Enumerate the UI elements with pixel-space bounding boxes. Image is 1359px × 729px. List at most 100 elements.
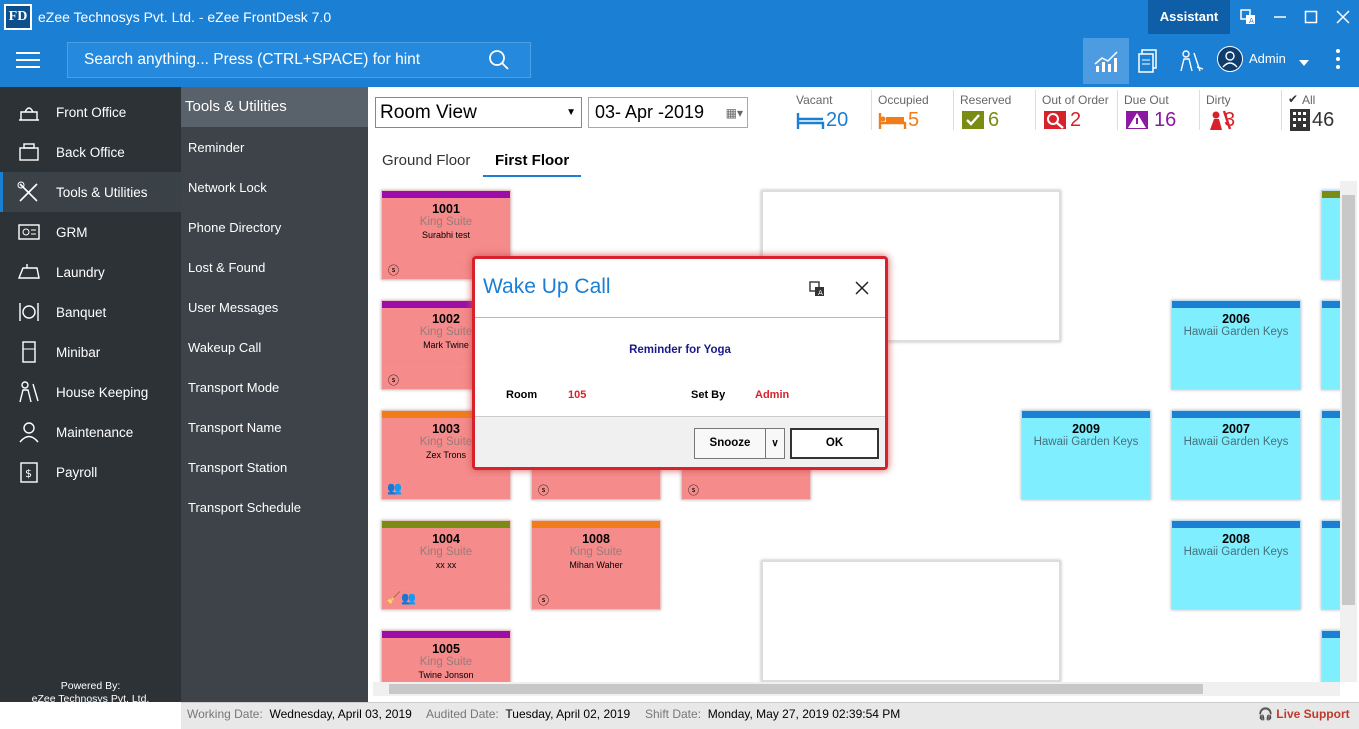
close-window-icon[interactable]	[1327, 0, 1359, 34]
translate-icon[interactable]: A	[1232, 0, 1264, 34]
menu-icon[interactable]	[16, 52, 40, 68]
sidebar-item-house-keeping[interactable]: House Keeping	[0, 372, 181, 412]
submenu-item-network-lock[interactable]: Network Lock	[188, 180, 267, 195]
stat-value: 2	[1070, 109, 1082, 131]
maximize-icon[interactable]	[1295, 0, 1327, 34]
tab-first-floor[interactable]: First Floor	[483, 152, 582, 177]
submenu-item-transport-name[interactable]: Transport Name	[188, 420, 281, 435]
sidebar-item-minibar[interactable]: Minibar	[0, 332, 181, 372]
stat-all[interactable]: All ✔ 46	[1282, 90, 1352, 131]
submenu-item-transport-mode[interactable]: Transport Mode	[188, 380, 279, 395]
sidebar-item-grm[interactable]: GRM	[0, 212, 181, 252]
submenu-item-transport-station[interactable]: Transport Station	[188, 460, 287, 475]
date-field[interactable]: 03- Apr -2019 ▦▾	[588, 97, 748, 128]
room-card-partial[interactable]	[1321, 410, 1340, 500]
submenu-item-transport-schedule[interactable]: Transport Schedule	[188, 500, 301, 515]
chevron-down-icon[interactable]: ∨	[765, 429, 784, 458]
room-card-partial[interactable]	[1321, 190, 1340, 280]
document-icon[interactable]	[1125, 38, 1171, 84]
stat-out-of-order[interactable]: Out of Order 2	[1036, 90, 1118, 131]
stat-dirty[interactable]: Dirty 3	[1200, 90, 1282, 131]
room-card-1008[interactable]: 1008 King Suite Mihan Waher ⓢ	[531, 520, 661, 610]
reminder-message: Reminder for Yoga	[629, 344, 731, 356]
sidebar-item-maintenance[interactable]: Maintenance	[0, 412, 181, 452]
minimize-icon[interactable]	[1264, 0, 1296, 34]
sidebar-item-banquet[interactable]: Banquet	[0, 292, 181, 332]
shift-date-value: Monday, May 27, 2019 02:39:54 PM	[707, 707, 901, 721]
sidebar-item-back-office[interactable]: Back Office	[0, 132, 181, 172]
app-logo: FD	[4, 4, 32, 30]
maintenance-icon	[16, 421, 42, 443]
sidebar-item-tools-utilities[interactable]: Tools & Utilities	[0, 172, 181, 212]
guest-name: Surabhi test	[421, 230, 471, 240]
powered-by: Powered By: eZee Technosys Pvt. Ltd. Ver…	[0, 680, 181, 719]
more-options-icon[interactable]	[1335, 47, 1341, 76]
close-icon[interactable]	[855, 281, 869, 300]
stat-occupied[interactable]: Occupied 5	[872, 90, 954, 131]
svg-text:A: A	[818, 289, 823, 297]
stat-vacant[interactable]: Vacant 20	[790, 90, 872, 131]
submenu-item-wakeup-call[interactable]: Wakeup Call	[188, 340, 261, 355]
room-card-2009[interactable]: 2009 Hawaii Garden Keys	[1021, 410, 1151, 500]
set-by-label: Set By	[691, 389, 726, 401]
dashboard-chart-icon[interactable]	[1083, 38, 1129, 84]
live-support-link[interactable]: 🎧 Live Support	[1258, 702, 1350, 729]
horizontal-scrollbar[interactable]	[373, 682, 1340, 696]
submenu-header: Tools & Utilities	[181, 87, 368, 127]
bed-icon	[796, 113, 825, 129]
svg-text:A: A	[1249, 17, 1254, 25]
scroll-thumb[interactable]	[389, 684, 1203, 694]
room-card-1004[interactable]: 1004 King Suite xx xx 🧹👥	[381, 520, 511, 610]
sidebar-item-payroll[interactable]: $ Payroll	[0, 452, 181, 492]
dollar-icon: ⓢ	[688, 485, 699, 497]
room-type: King Suite	[569, 546, 623, 558]
room-card-partial[interactable]	[1321, 300, 1340, 390]
avatar[interactable]	[1217, 46, 1243, 72]
ok-button[interactable]: OK	[790, 428, 879, 459]
scroll-thumb[interactable]	[1342, 195, 1355, 605]
submenu-item-reminder[interactable]: Reminder	[188, 140, 244, 155]
housekeeping-toolbar-icon[interactable]	[1168, 38, 1214, 84]
live-support-label: Live Support	[1276, 707, 1350, 721]
room-card-1005[interactable]: 1005 King Suite Twine Jonson	[381, 630, 511, 682]
room-card-partial[interactable]	[1321, 630, 1340, 682]
tools-icon	[16, 181, 42, 203]
room-type: Hawaii Garden Keys	[1183, 436, 1289, 448]
tab-ground-floor[interactable]: Ground Floor	[382, 152, 470, 169]
vertical-scrollbar[interactable]	[1340, 181, 1357, 682]
submenu-item-phone-directory[interactable]: Phone Directory	[188, 220, 281, 235]
stat-label: Dirty	[1206, 93, 1231, 107]
submenu-item-lost-found[interactable]: Lost & Found	[188, 260, 265, 275]
sidebar-item-laundry[interactable]: Laundry	[0, 252, 181, 292]
snooze-button[interactable]: Snooze ∨	[694, 428, 785, 459]
calendar-icon[interactable]: ▦▾	[726, 99, 743, 128]
working-date: Working Date: Wednesday, April 03, 2019	[187, 702, 412, 729]
guest-name: Twine Jonson	[418, 670, 474, 680]
submenu-item-user-messages[interactable]: User Messages	[188, 300, 278, 315]
version-text: Version : 7.0.260.4	[46, 706, 135, 718]
search-input[interactable]: Search anything... Press (CTRL+SPACE) fo…	[67, 42, 531, 78]
powered-by-label: Powered By:	[60, 680, 121, 692]
search-icon[interactable]	[488, 49, 510, 71]
translate-icon[interactable]: A	[809, 281, 825, 302]
guest-name: xx xx	[435, 560, 457, 570]
dollar-icon: ⓢ	[538, 595, 549, 607]
room-card-2008[interactable]: 2008 Hawaii Garden Keys	[1171, 520, 1301, 610]
chevron-down-icon[interactable]	[1298, 54, 1310, 72]
view-select[interactable]: Room View ▼	[375, 97, 582, 128]
room-card-2007[interactable]: 2007 Hawaii Garden Keys	[1171, 410, 1301, 500]
stat-reserved[interactable]: Reserved 6	[954, 90, 1036, 131]
sidebar-item-label: Banquet	[56, 304, 107, 320]
guests-icon: 👥	[387, 481, 402, 495]
assistant-button[interactable]: Assistant	[1148, 0, 1230, 34]
sidebar-item-front-office[interactable]: Front Office	[0, 92, 181, 132]
reserved-icon	[962, 111, 984, 129]
audited-date-value: Tuesday, April 02, 2019	[505, 707, 631, 721]
minibar-icon	[16, 341, 42, 363]
room-card-partial[interactable]	[1321, 520, 1340, 610]
set-by-value: Admin	[755, 389, 790, 401]
room-type: Hawaii Garden Keys	[1183, 326, 1289, 338]
stat-due-out[interactable]: Due Out 16	[1118, 90, 1200, 131]
user-name[interactable]: Admin	[1249, 51, 1286, 66]
room-card-2006[interactable]: 2006 Hawaii Garden Keys	[1171, 300, 1301, 390]
